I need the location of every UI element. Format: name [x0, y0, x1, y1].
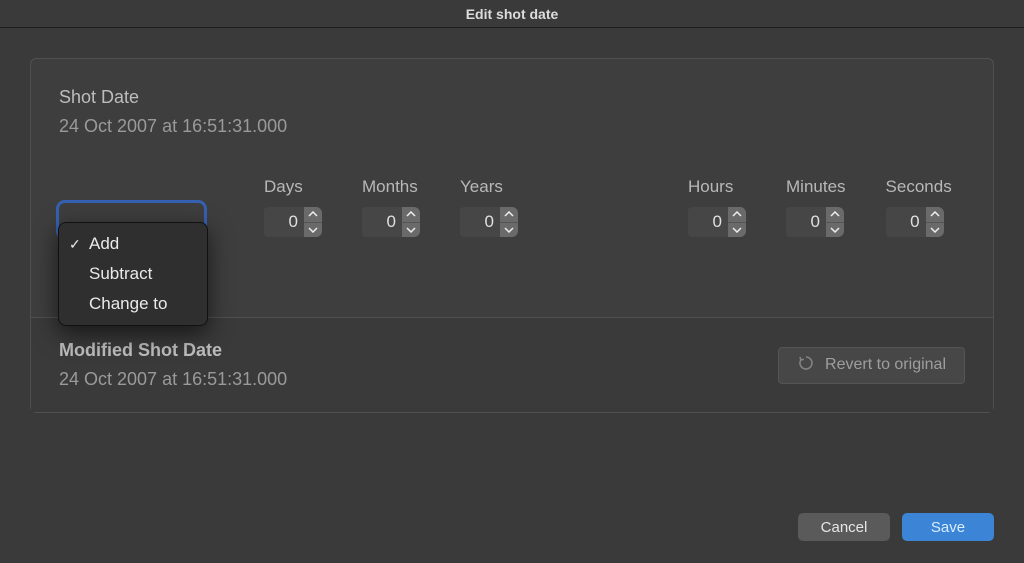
hours-step-up[interactable] [728, 207, 746, 223]
months-label: Months [362, 177, 418, 197]
years-column: Years [460, 177, 518, 237]
seconds-stepper[interactable] [886, 207, 944, 237]
check-icon: ✓ [69, 236, 81, 253]
operation-menu[interactable]: ✓ Add Subtract Change to [58, 222, 208, 326]
operation-menu-item-label: Subtract [89, 264, 152, 284]
days-step-down[interactable] [304, 223, 322, 238]
panel-lower: Modified Shot Date 24 Oct 2007 at 16:51:… [31, 317, 993, 412]
years-stepper[interactable] [460, 207, 518, 237]
seconds-input[interactable] [886, 207, 926, 237]
minutes-step-down[interactable] [826, 223, 844, 238]
revert-label: Revert to original [825, 356, 946, 374]
years-step-up[interactable] [500, 207, 518, 223]
months-column: Months [362, 177, 420, 237]
hours-input[interactable] [688, 207, 728, 237]
hours-stepper[interactable] [688, 207, 746, 237]
hours-column: Hours [688, 177, 746, 237]
shot-date-value: 24 Oct 2007 at 16:51:31.000 [59, 116, 965, 137]
seconds-label: Seconds [886, 177, 952, 197]
operation-menu-item-add[interactable]: ✓ Add [59, 229, 207, 259]
months-stepper[interactable] [362, 207, 420, 237]
seconds-step-up[interactable] [926, 207, 944, 223]
days-label: Days [264, 177, 303, 197]
operation-menu-item-change-to[interactable]: Change to [59, 289, 207, 319]
operation-menu-item-subtract[interactable]: Subtract [59, 259, 207, 289]
minutes-stepper[interactable] [786, 207, 844, 237]
modified-shot-date-label: Modified Shot Date [59, 340, 287, 361]
years-input[interactable] [460, 207, 500, 237]
revert-icon [797, 354, 815, 377]
dialog-content: Shot Date 24 Oct 2007 at 16:51:31.000 Da… [0, 28, 1024, 497]
hours-step-down[interactable] [728, 223, 746, 238]
hours-label: Hours [688, 177, 733, 197]
offset-columns: Days Months [264, 177, 952, 237]
modified-shot-date-value: 24 Oct 2007 at 16:51:31.000 [59, 369, 287, 390]
operation-menu-item-label: Change to [89, 294, 167, 314]
days-stepper[interactable] [264, 207, 322, 237]
minutes-label: Minutes [786, 177, 846, 197]
date-time-spacer [558, 177, 648, 237]
days-input[interactable] [264, 207, 304, 237]
minutes-step-up[interactable] [826, 207, 844, 223]
seconds-column: Seconds [886, 177, 952, 237]
minutes-input[interactable] [786, 207, 826, 237]
years-label: Years [460, 177, 503, 197]
minutes-column: Minutes [786, 177, 846, 237]
seconds-step-down[interactable] [926, 223, 944, 238]
days-column: Days [264, 177, 322, 237]
years-step-down[interactable] [500, 223, 518, 238]
modified-block: Modified Shot Date 24 Oct 2007 at 16:51:… [59, 340, 287, 390]
revert-to-original-button[interactable]: Revert to original [778, 347, 965, 384]
save-button[interactable]: Save [902, 513, 994, 541]
operation-menu-item-label: Add [89, 234, 119, 254]
edit-shot-date-dialog: Edit shot date Shot Date 24 Oct 2007 at … [0, 0, 1024, 563]
shot-date-label: Shot Date [59, 87, 965, 108]
days-step-up[interactable] [304, 207, 322, 223]
months-step-down[interactable] [402, 223, 420, 238]
dialog-footer: Cancel Save [0, 497, 1024, 563]
months-input[interactable] [362, 207, 402, 237]
months-step-up[interactable] [402, 207, 420, 223]
dialog-title: Edit shot date [0, 0, 1024, 28]
cancel-button[interactable]: Cancel [798, 513, 890, 541]
